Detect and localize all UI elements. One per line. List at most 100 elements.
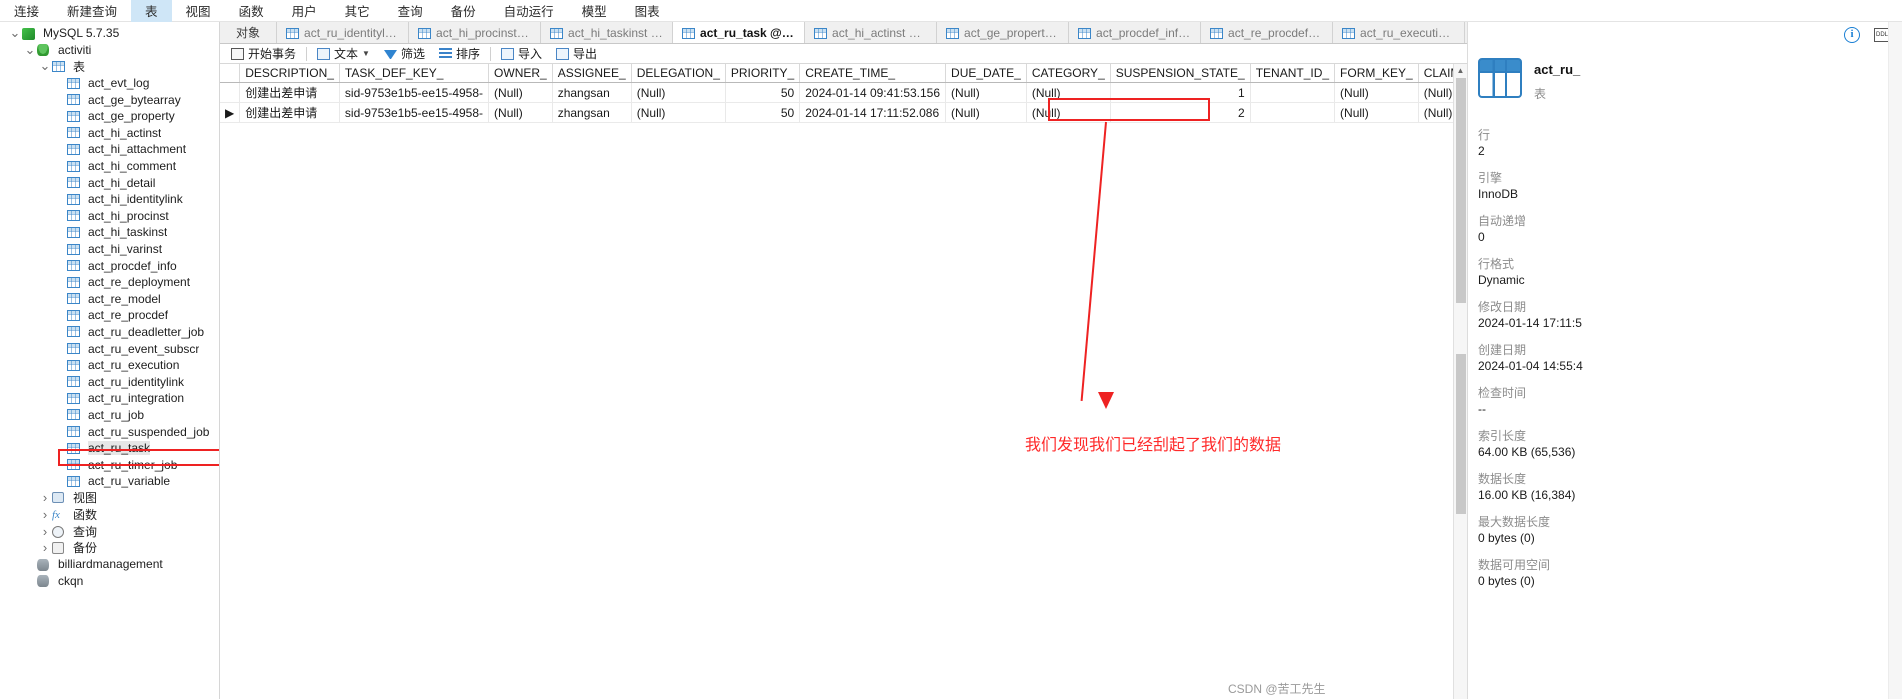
grid-cell-priority[interactable]: 50 bbox=[725, 102, 801, 123]
grid-toolbar[interactable]: 开始事务 文本 ▼ 筛选 排序 导入 导出 bbox=[220, 44, 1467, 64]
tree-node-12[interactable]: act_hi_taskinst bbox=[0, 224, 219, 241]
tree-node-15[interactable]: act_re_deployment bbox=[0, 274, 219, 291]
menu-item-1[interactable]: 新建查询 bbox=[53, 0, 131, 24]
grid-cell-suspension_state[interactable]: 2 bbox=[1110, 102, 1251, 123]
grid-cell-description[interactable]: 创建出差申请 bbox=[239, 102, 340, 123]
tree-node-2[interactable]: ⌄ 表 bbox=[0, 58, 219, 75]
info-icon[interactable]: i bbox=[1844, 27, 1860, 43]
menu-item-7[interactable]: 查询 bbox=[384, 0, 437, 24]
tab-3[interactable]: act_ru_task @activiti ... bbox=[673, 22, 806, 43]
grid-column-header[interactable]: DESCRIPTION_ bbox=[239, 64, 340, 83]
chevron-down-icon[interactable]: ⌄ bbox=[38, 59, 52, 72]
tab-6[interactable]: act_procdef_info @a... bbox=[1069, 22, 1202, 43]
chevron-right-icon[interactable]: › bbox=[38, 540, 52, 555]
object-tree-sidebar[interactable]: ⌄ MySQL 5.7.35 ⌄ activiti ⌄ 表 act_evt_log act_g… bbox=[0, 22, 220, 699]
tree-node-32[interactable]: billiardmanagement bbox=[0, 556, 219, 573]
tree-node-23[interactable]: act_ru_job bbox=[0, 407, 219, 424]
menu-item-8[interactable]: 备份 bbox=[437, 0, 490, 24]
tree-node-8[interactable]: act_hi_comment bbox=[0, 158, 219, 175]
result-grid[interactable]: DESCRIPTION_ TASK_DEF_KEY_ OWNER_ ASSIGNEE_… bbox=[220, 64, 1467, 123]
grid-cell-owner[interactable]: (Null) bbox=[488, 82, 553, 103]
grid-cell-create_time[interactable]: 2024-01-14 17:11:52.086 bbox=[799, 102, 947, 123]
grid-cell-task_def_key[interactable]: sid-9753e1b5-ee15-4958- bbox=[339, 102, 490, 123]
export-button[interactable]: 导出 bbox=[549, 45, 604, 63]
grid-cell-due_date[interactable]: (Null) bbox=[945, 82, 1027, 103]
tree-node-17[interactable]: act_re_procdef bbox=[0, 307, 219, 324]
grid-column-header[interactable]: DUE_DATE_ bbox=[945, 64, 1027, 83]
grid-column-header[interactable]: FORM_KEY_ bbox=[1334, 64, 1419, 83]
properties-scrollbar[interactable] bbox=[1888, 22, 1902, 699]
tree-node-24[interactable]: act_ru_suspended_job bbox=[0, 423, 219, 440]
menu-item-3[interactable]: 视图 bbox=[172, 0, 225, 24]
tab-1[interactable]: act_hi_procinst @acti... bbox=[409, 22, 542, 43]
tree-node-4[interactable]: act_ge_bytearray bbox=[0, 91, 219, 108]
database-tree[interactable]: ⌄ MySQL 5.7.35 ⌄ activiti ⌄ 表 act_evt_log act_g… bbox=[0, 22, 219, 589]
tree-node-1[interactable]: ⌄ activiti bbox=[0, 42, 219, 59]
editor-tabstrip[interactable]: 对象 act_ru_identitylink @... act_hi_procins… bbox=[220, 22, 1467, 44]
tab-4[interactable]: act_hi_actinst @activi... bbox=[805, 22, 938, 43]
import-button[interactable]: 导入 bbox=[494, 45, 549, 63]
grid-cell-description[interactable]: 创建出差申请 bbox=[239, 82, 340, 103]
tab-0[interactable]: act_ru_identitylink @... bbox=[277, 22, 410, 43]
tree-node-18[interactable]: act_ru_deadletter_job bbox=[0, 324, 219, 341]
scrollbar-thumb-lower[interactable] bbox=[1456, 354, 1466, 514]
menu-item-4[interactable]: 函数 bbox=[225, 0, 278, 24]
tree-node-26[interactable]: act_ru_timer_job bbox=[0, 456, 219, 473]
grid-cell-form_key[interactable]: (Null) bbox=[1334, 102, 1419, 123]
grid-column-header[interactable]: SUSPENSION_STATE_ bbox=[1110, 64, 1251, 83]
chevron-down-icon[interactable]: ⌄ bbox=[8, 26, 22, 39]
table-row[interactable]: 创建出差申请 sid-9753e1b5-ee15-4958- (Null) zhang… bbox=[220, 82, 1467, 103]
tree-node-22[interactable]: act_ru_integration bbox=[0, 390, 219, 407]
tree-node-20[interactable]: act_ru_execution bbox=[0, 357, 219, 374]
tree-node-9[interactable]: act_hi_detail bbox=[0, 174, 219, 191]
tree-node-28[interactable]: › 视图 bbox=[0, 490, 219, 507]
tree-node-14[interactable]: act_procdef_info bbox=[0, 257, 219, 274]
table-row[interactable]: ▶ 创建出差申请 sid-9753e1b5-ee15-4958- (Null) zhan… bbox=[220, 102, 1467, 123]
grid-cell-create_time[interactable]: 2024-01-14 09:41:53.156 bbox=[799, 82, 947, 103]
menu-item-11[interactable]: 图表 bbox=[621, 0, 674, 24]
text-view-button[interactable]: 文本 ▼ bbox=[310, 45, 377, 63]
tree-node-25[interactable]: act_ru_task bbox=[0, 440, 219, 457]
row-marker[interactable]: ▶ bbox=[220, 102, 241, 123]
grid-cell-priority[interactable]: 50 bbox=[725, 82, 801, 103]
tab-8[interactable]: act_ru_execution @a... bbox=[1333, 22, 1466, 43]
tab-2[interactable]: act_hi_taskinst @acti... bbox=[541, 22, 674, 43]
tab-7[interactable]: act_re_procdef @acti... bbox=[1201, 22, 1334, 43]
tree-node-5[interactable]: act_ge_property bbox=[0, 108, 219, 125]
tree-node-7[interactable]: act_hi_attachment bbox=[0, 141, 219, 158]
grid-column-header[interactable]: TENANT_ID_ bbox=[1250, 64, 1336, 83]
grid-cell-suspension_state[interactable]: 1 bbox=[1110, 82, 1251, 103]
tree-node-21[interactable]: act_ru_identitylink bbox=[0, 373, 219, 390]
grid-cell-tenant_id[interactable] bbox=[1250, 102, 1336, 123]
grid-cell-owner[interactable]: (Null) bbox=[488, 102, 553, 123]
grid-vertical-scrollbar[interactable]: ▲ bbox=[1453, 64, 1467, 699]
tree-node-13[interactable]: act_hi_varinst bbox=[0, 241, 219, 258]
grid-cell-category[interactable]: (Null) bbox=[1026, 102, 1111, 123]
grid-column-header[interactable]: PRIORITY_ bbox=[725, 64, 801, 83]
grid-cell-tenant_id[interactable] bbox=[1250, 82, 1336, 103]
tree-node-27[interactable]: act_ru_variable bbox=[0, 473, 219, 490]
menu-item-5[interactable]: 用户 bbox=[278, 0, 331, 24]
begin-transaction-button[interactable]: 开始事务 bbox=[224, 45, 303, 63]
tree-node-0[interactable]: ⌄ MySQL 5.7.35 bbox=[0, 25, 219, 42]
result-grid-area[interactable]: DESCRIPTION_ TASK_DEF_KEY_ OWNER_ ASSIGNEE_… bbox=[220, 64, 1467, 699]
menu-item-10[interactable]: 模型 bbox=[568, 0, 621, 24]
tree-node-11[interactable]: act_hi_procinst bbox=[0, 208, 219, 225]
grid-cell-form_key[interactable]: (Null) bbox=[1334, 82, 1419, 103]
grid-cell-assignee[interactable]: zhangsan bbox=[552, 102, 632, 123]
menu-item-6[interactable]: 其它 bbox=[331, 0, 384, 24]
grid-cell-task_def_key[interactable]: sid-9753e1b5-ee15-4958- bbox=[339, 82, 490, 103]
grid-column-header[interactable]: TASK_DEF_KEY_ bbox=[339, 64, 490, 83]
tree-node-10[interactable]: act_hi_identitylink bbox=[0, 191, 219, 208]
chevron-right-icon[interactable]: › bbox=[38, 507, 52, 522]
properties-panel-icons[interactable]: i DDL bbox=[1844, 22, 1890, 48]
tree-node-30[interactable]: › 查询 bbox=[0, 523, 219, 540]
tree-node-29[interactable]: › fx 函数 bbox=[0, 506, 219, 523]
sort-button[interactable]: 排序 bbox=[432, 45, 487, 63]
tree-node-3[interactable]: act_evt_log bbox=[0, 75, 219, 92]
chevron-down-icon[interactable]: ▼ bbox=[362, 49, 370, 58]
scrollbar-thumb-upper[interactable] bbox=[1456, 78, 1466, 303]
tab-5[interactable]: act_ge_property @ac... bbox=[937, 22, 1070, 43]
chevron-right-icon[interactable]: › bbox=[38, 524, 52, 539]
tree-node-16[interactable]: act_re_model bbox=[0, 291, 219, 308]
